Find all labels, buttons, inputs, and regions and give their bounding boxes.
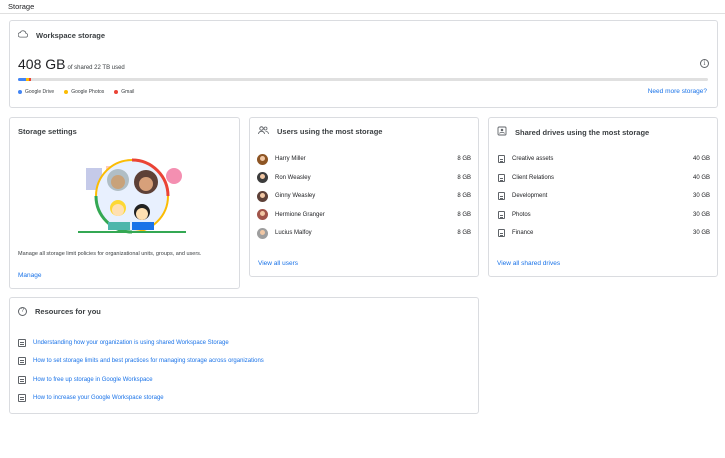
article-icon — [18, 375, 26, 384]
resource-link[interactable]: Understanding how your organization is u… — [18, 334, 264, 352]
user-storage-value: 8 GB — [457, 193, 471, 200]
user-storage-value: 8 GB — [457, 156, 471, 163]
cloud-icon — [17, 30, 29, 40]
resources-title: Resources for you — [35, 307, 101, 316]
shared-drive-name: Client Relations — [512, 174, 555, 181]
user-row[interactable]: Hermione Granger 8 GB — [257, 206, 471, 225]
shared-drive-icon — [498, 155, 505, 164]
shared-drive-row[interactable]: Photos 30 GB — [496, 206, 710, 225]
usage-segment — [18, 78, 27, 81]
view-all-users-link[interactable]: View all users — [258, 260, 298, 267]
user-list: Harry Miller 8 GB Ron Weasley 8 GB Ginny W… — [257, 150, 471, 243]
user-storage-value: 8 GB — [457, 230, 471, 237]
user-name: Ron Weasley — [275, 174, 311, 181]
shared-drive-name: Finance — [512, 230, 534, 237]
article-icon — [18, 339, 26, 348]
legend-label: Gmail — [121, 89, 135, 95]
people-icon — [258, 126, 269, 137]
storage-legend: Google Drive Google Photos Gmail — [18, 89, 134, 95]
resource-link-text[interactable]: Understanding how your organization is u… — [33, 340, 229, 346]
legend-item: Gmail — [114, 89, 134, 95]
shared-drive-row[interactable]: Development 30 GB — [496, 187, 710, 206]
shared-drive-icon — [498, 173, 505, 182]
top-shared-drives-card: Shared drives using the most storage Cre… — [488, 117, 718, 277]
legend-dot-icon — [64, 90, 69, 94]
top-bar: Storage — [0, 0, 725, 14]
top-users-card: Users using the most storage Harry Mille… — [249, 117, 479, 277]
shared-drive-icon — [498, 192, 505, 201]
resource-link-text[interactable]: How to increase your Google Workspace st… — [33, 395, 164, 401]
resource-link-text[interactable]: How to set storage limits and best pract… — [33, 358, 264, 364]
need-more-storage-link[interactable]: Need more storage? — [648, 88, 707, 95]
user-name: Lucius Malfoy — [275, 230, 312, 237]
storage-settings-card: Storage settings Manage all storage limi… — [9, 117, 240, 289]
shared-drive-icon — [498, 229, 505, 238]
avatar — [257, 227, 268, 239]
shared-drive-icon — [498, 210, 505, 219]
user-storage-value: 8 GB — [457, 174, 471, 181]
usage-segment — [29, 78, 32, 81]
avatar — [257, 172, 268, 184]
storage-used-value: 408 GB — [18, 56, 66, 72]
shared-drive-name: Development — [512, 193, 548, 200]
resource-link[interactable]: How to free up storage in Google Workspa… — [18, 371, 264, 389]
workspace-storage-card: Workspace storage 408 GB of shared 22 TB… — [9, 20, 718, 108]
legend-dot-icon — [18, 90, 22, 94]
legend-label: Google Drive — [25, 89, 55, 95]
user-name: Harry Miller — [275, 156, 306, 163]
storage-used-caption: of shared 22 TB used — [67, 65, 125, 71]
workspace-storage-title: Workspace storage — [36, 30, 106, 40]
user-row[interactable]: Harry Miller 8 GB — [257, 150, 471, 169]
storage-usage-bar — [18, 78, 708, 81]
legend-item: Google Drive — [18, 89, 54, 95]
article-icon — [18, 394, 26, 403]
shared-drive-storage-value: 30 GB — [692, 211, 710, 218]
shared-drive-icon — [497, 126, 507, 138]
shared-drive-list: Creative assets 40 GB Client Relations 40 … — [496, 150, 710, 243]
resource-link[interactable]: How to set storage limits and best pract… — [18, 352, 264, 370]
article-icon — [18, 357, 26, 366]
user-row[interactable]: Ron Weasley 8 GB — [257, 169, 471, 188]
help-icon: ? — [18, 307, 27, 316]
manage-link[interactable]: Manage — [18, 272, 42, 279]
legend-label: Google Photos — [71, 89, 105, 95]
top-shared-drives-title: Shared drives using the most storage — [515, 127, 650, 137]
storage-settings-title: Storage settings — [18, 127, 77, 136]
info-icon[interactable]: i — [700, 59, 709, 68]
shared-drive-name: Creative assets — [512, 156, 554, 163]
resource-link-text[interactable]: How to free up storage in Google Workspa… — [33, 377, 153, 383]
top-users-title: Users using the most storage — [277, 127, 383, 136]
legend-item: Google Photos — [64, 89, 104, 95]
shared-drive-row[interactable]: Client Relations 40 GB — [496, 169, 710, 188]
shared-drive-storage-value: 40 GB — [692, 156, 710, 163]
shared-drive-storage-value: 30 GB — [692, 193, 710, 200]
resources-card: ? Resources for you Understanding how yo… — [9, 297, 479, 414]
user-storage-value: 8 GB — [457, 211, 471, 218]
resource-link[interactable]: How to increase your Google Workspace st… — [18, 389, 264, 407]
shared-drive-name: Photos — [512, 211, 531, 218]
avatar — [257, 209, 268, 221]
user-name: Ginny Weasley — [275, 193, 316, 200]
people-illustration — [78, 156, 186, 236]
user-row[interactable]: Lucius Malfoy 8 GB — [257, 224, 471, 243]
user-row[interactable]: Ginny Weasley 8 GB — [257, 187, 471, 206]
storage-settings-description: Manage all storage limit policies for or… — [18, 251, 202, 257]
shared-drive-row[interactable]: Creative assets 40 GB — [496, 150, 710, 169]
avatar — [257, 153, 268, 165]
user-name: Hermione Granger — [275, 211, 325, 218]
avatar — [257, 190, 268, 202]
resource-link-list: Understanding how your organization is u… — [18, 334, 264, 407]
shared-drive-storage-value: 30 GB — [692, 230, 710, 237]
shared-drive-storage-value: 40 GB — [692, 174, 710, 181]
page-title: Storage — [8, 2, 35, 11]
shared-drive-row[interactable]: Finance 30 GB — [496, 224, 710, 243]
view-all-shared-drives-link[interactable]: View all shared drives — [497, 260, 560, 267]
legend-dot-icon — [114, 90, 119, 94]
